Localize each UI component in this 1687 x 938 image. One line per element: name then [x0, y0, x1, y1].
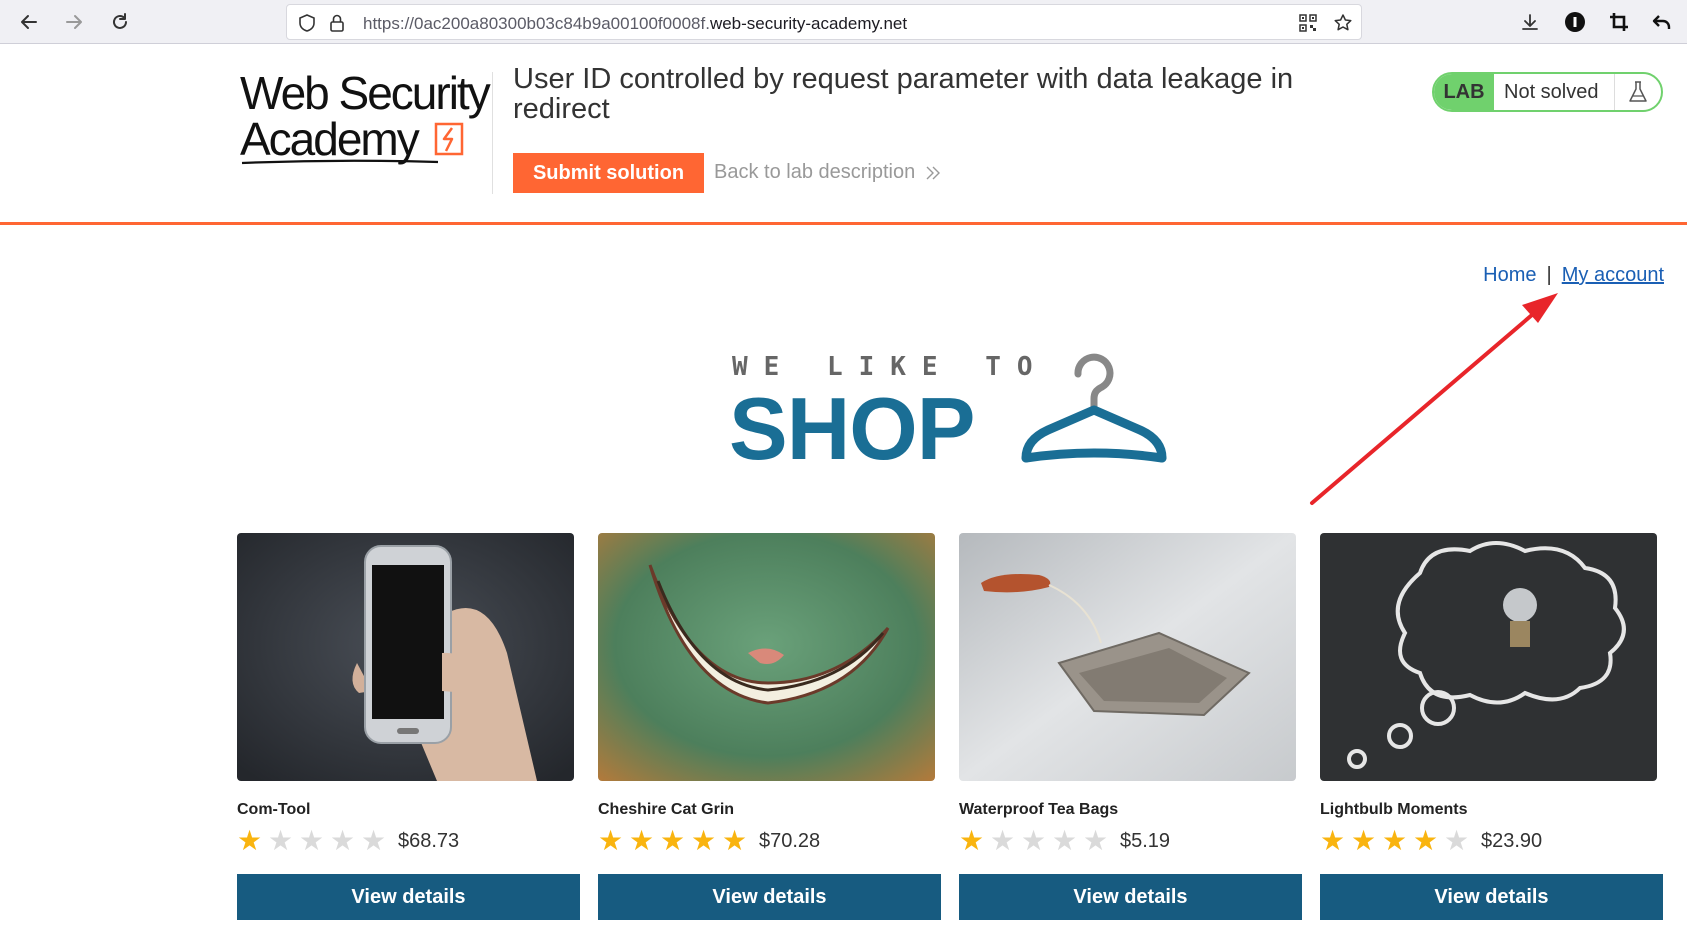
- flask-icon: [1614, 74, 1661, 110]
- logo-bolt-icon: [434, 122, 464, 156]
- star-icon: ★: [1083, 825, 1109, 856]
- lab-header: Web Security Academy User ID controlled …: [0, 44, 1687, 225]
- star-icon: ★: [1444, 825, 1470, 856]
- star-icon: ★: [299, 825, 325, 856]
- product-rating: ★ ★ ★ ★ ★ $68.73: [237, 827, 459, 855]
- star-icon: ★: [330, 825, 356, 856]
- qr-code-icon[interactable]: [1298, 13, 1318, 33]
- extension-1password-icon[interactable]: [1561, 8, 1589, 36]
- product-image-tea-bag[interactable]: [959, 533, 1296, 781]
- lock-icon[interactable]: [327, 13, 347, 33]
- product-rating: ★ ★ ★ ★ ★ $70.28: [598, 827, 820, 855]
- logo-underline: [241, 159, 439, 165]
- star-icon: ★: [237, 825, 263, 856]
- download-icon[interactable]: [1516, 8, 1544, 36]
- product-price: $23.90: [1481, 829, 1543, 852]
- star-icon: ★: [1351, 825, 1377, 856]
- view-details-button[interactable]: View details: [598, 874, 941, 920]
- hero-headline: SHOP: [729, 379, 975, 478]
- nav-separator: |: [1546, 264, 1552, 286]
- product-name: Cheshire Cat Grin: [598, 801, 735, 818]
- logo-line-1: Web Security: [240, 67, 491, 119]
- forward-arrow-icon[interactable]: [59, 7, 89, 37]
- product-rating: ★ ★ ★ ★ ★ $23.90: [1320, 827, 1542, 855]
- double-chevron-right-icon: [926, 166, 941, 179]
- product-name: Com-Tool: [237, 801, 311, 818]
- star-icon: ★: [691, 825, 717, 856]
- star-icon: ★: [959, 825, 985, 856]
- product-rating: ★ ★ ★ ★ ★ $5.19: [959, 827, 1170, 855]
- bookmark-star-icon[interactable]: [1333, 13, 1353, 33]
- star-icon: ★: [1052, 825, 1078, 856]
- undo-arrow-icon[interactable]: [1648, 8, 1676, 36]
- star-icon: ★: [660, 825, 686, 856]
- star-icon: ★: [598, 825, 624, 856]
- top-nav: Home | My account: [1483, 264, 1664, 287]
- reload-icon[interactable]: [105, 7, 135, 37]
- star-icon: ★: [361, 825, 387, 856]
- back-to-lab-description-link[interactable]: Back to lab description: [714, 161, 941, 184]
- product-name: Lightbulb Moments: [1320, 801, 1468, 818]
- home-link[interactable]: Home: [1483, 264, 1536, 287]
- product-price: $70.28: [759, 829, 821, 852]
- product-card: Cheshire Cat Grin ★ ★ ★ ★ ★ $70.28 View deta…: [598, 533, 941, 920]
- browser-toolbar: https://0ac200a80300b03c84b9a00100f0008f…: [0, 0, 1687, 44]
- hanger-icon: [1021, 353, 1167, 463]
- web-security-academy-logo[interactable]: Web Security Academy: [240, 67, 491, 170]
- star-icon: ★: [268, 825, 294, 856]
- star-icon: ★: [1382, 825, 1408, 856]
- address-bar[interactable]: https://0ac200a80300b03c84b9a00100f0008f…: [286, 4, 1362, 40]
- star-icon: ★: [990, 825, 1016, 856]
- url-text: https://0ac200a80300b03c84b9a00100f0008f…: [363, 14, 908, 33]
- product-card: Lightbulb Moments ★ ★ ★ ★ ★ $23.90 View deta…: [1320, 533, 1663, 920]
- star-icon: ★: [1413, 825, 1439, 856]
- lab-status-text: Not solved: [1504, 81, 1599, 103]
- star-icon: ★: [629, 825, 655, 856]
- view-details-button[interactable]: View details: [1320, 874, 1663, 920]
- star-icon: ★: [722, 825, 748, 856]
- product-card: Waterproof Tea Bags ★ ★ ★ ★ ★ $5.19 View det…: [959, 533, 1302, 920]
- back-link-label: Back to lab description: [714, 161, 916, 183]
- product-image-lightbulb[interactable]: [1320, 533, 1657, 781]
- header-divider: [492, 72, 493, 194]
- view-details-button[interactable]: View details: [237, 874, 580, 920]
- lab-badge: LAB: [1434, 74, 1494, 110]
- back-arrow-icon[interactable]: [14, 7, 44, 37]
- product-image-cheshire-grin[interactable]: [598, 533, 935, 781]
- view-details-button[interactable]: View details: [959, 874, 1302, 920]
- product-name: Waterproof Tea Bags: [959, 801, 1119, 818]
- crop-icon[interactable]: [1605, 8, 1633, 36]
- product-card: Com-Tool ★ ★ ★ ★ ★ $68.73 View details: [237, 533, 580, 920]
- my-account-link[interactable]: My account: [1562, 264, 1664, 287]
- lab-status-widget: LAB Not solved: [1432, 72, 1663, 112]
- star-icon: ★: [1320, 825, 1346, 856]
- product-price: $5.19: [1120, 829, 1171, 852]
- submit-solution-button[interactable]: Submit solution: [513, 153, 704, 193]
- product-price: $68.73: [398, 829, 460, 852]
- lab-title: User ID controlled by request parameter …: [513, 63, 1294, 125]
- shield-icon[interactable]: [297, 13, 317, 33]
- product-image-phone[interactable]: [237, 533, 574, 781]
- star-icon: ★: [1021, 825, 1047, 856]
